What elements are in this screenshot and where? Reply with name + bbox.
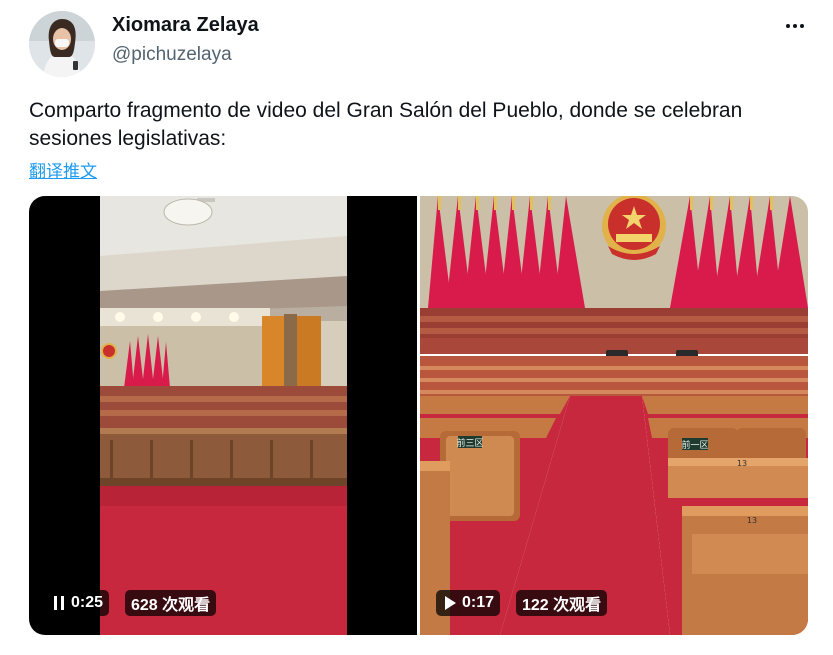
author-name[interactable]: Xiomara Zelaya	[112, 14, 259, 37]
video-2-views: 122 次观看	[516, 590, 608, 616]
seat-number-1: 13	[737, 459, 747, 468]
video-player-2[interactable]: 前三区 前一区 13 13 0:17 122 次观看	[420, 196, 808, 635]
desk-label-1: 前三区	[456, 437, 483, 449]
more-options-button[interactable]	[783, 14, 807, 38]
video-2-controls[interactable]: 0:17	[436, 590, 501, 616]
video-1-controls[interactable]: 0:25	[45, 590, 110, 616]
video-2-time: 0:17	[462, 594, 495, 611]
pause-icon[interactable]	[53, 596, 65, 610]
avatar[interactable]	[29, 11, 95, 77]
video-frame-1	[29, 196, 417, 635]
media-grid: 0:25 628 次观看 前三区 前一区 13 13 0:17 122 次观看	[29, 196, 808, 635]
tweet-text: Comparto fragmento de video del Gran Sal…	[29, 99, 743, 150]
author-handle[interactable]: @pichuzelaya	[112, 44, 232, 66]
more-horizontal-icon	[786, 24, 804, 28]
video-1-time: 0:25	[71, 594, 104, 611]
avatar-photo	[29, 11, 95, 77]
translate-tweet-link[interactable]: 翻译推文	[29, 157, 97, 182]
video-player-1[interactable]: 0:25 628 次观看	[29, 196, 417, 635]
seat-number-2: 13	[747, 516, 757, 525]
desk-label-2: 前一区	[681, 439, 708, 451]
play-icon[interactable]	[444, 596, 456, 610]
video-frame-2: 前三区 前一区 13 13	[420, 196, 808, 635]
video-1-views: 628 次观看	[125, 590, 217, 616]
